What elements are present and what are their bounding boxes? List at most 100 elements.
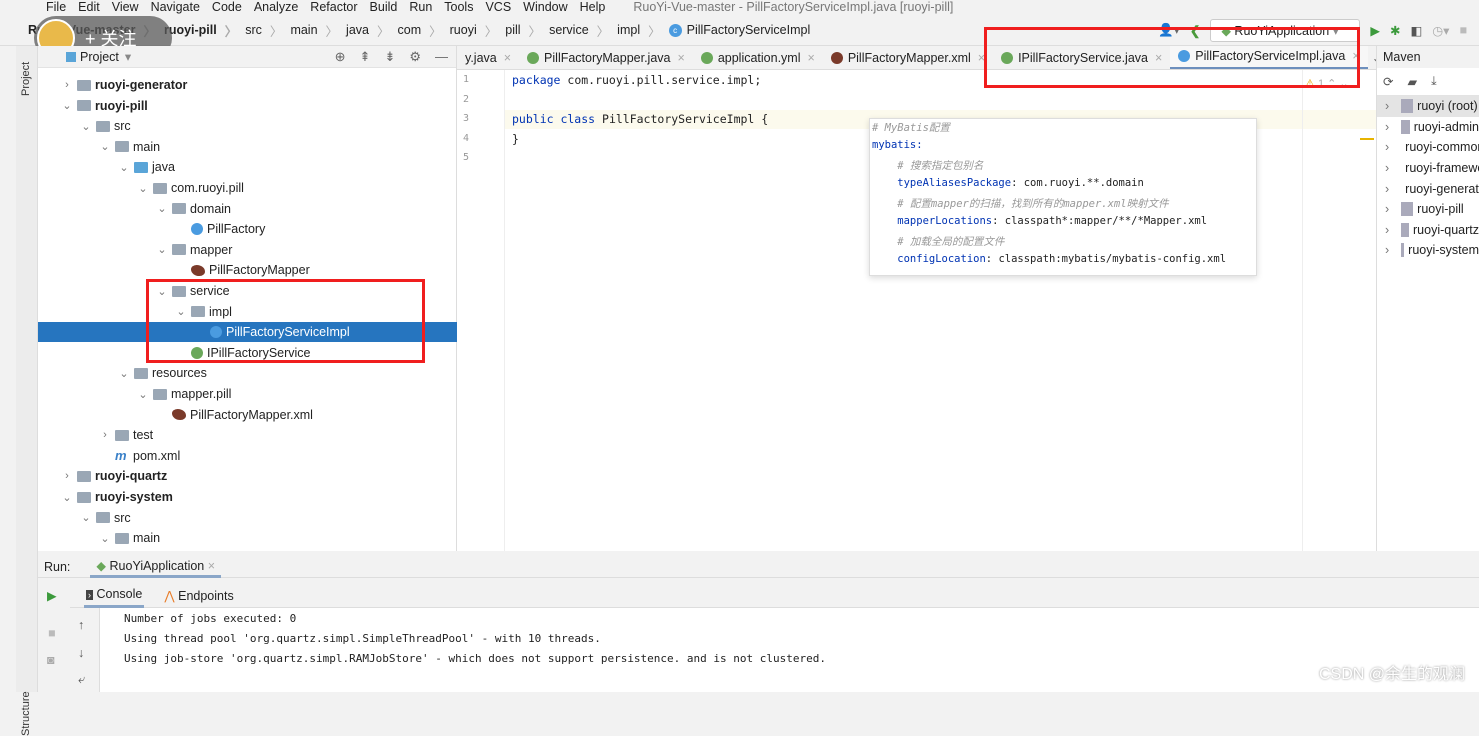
run-tab[interactable]: ◆ RuoYiApplication ×: [90, 556, 222, 578]
collapse-all-icon[interactable]: ⇟: [384, 49, 395, 65]
chevron-right-icon[interactable]: ›: [1385, 202, 1389, 216]
breadcrumb-item[interactable]: com 〉: [398, 21, 450, 40]
breadcrumb-item[interactable]: src 〉: [245, 21, 290, 40]
tree-item[interactable]: ⌄ mapper: [38, 240, 457, 260]
tree-item[interactable]: ⌄ src: [38, 116, 457, 136]
debug-icon[interactable]: ✱: [1390, 23, 1400, 38]
breadcrumb-item[interactable]: c PillFactoryServiceImpl: [668, 23, 810, 37]
maven-project-item[interactable]: › ruoyi (root): [1377, 96, 1479, 117]
chevron-right-icon[interactable]: ›: [1385, 140, 1389, 154]
chevron-right-icon[interactable]: ›: [1385, 223, 1389, 237]
chevron-right-icon[interactable]: ›: [1385, 161, 1389, 175]
chevron-down-icon[interactable]: ⌄: [117, 367, 131, 380]
console-tab[interactable]: › Console: [84, 583, 145, 608]
project-view-select[interactable]: Project: [80, 50, 119, 64]
warning-stripe[interactable]: [1360, 138, 1374, 140]
menu-item[interactable]: Build: [370, 0, 398, 15]
scroll-down-icon[interactable]: ↓: [78, 646, 84, 660]
chevron-down-icon[interactable]: ⌄: [98, 532, 112, 545]
editor-tab[interactable]: PillFactoryMapper.xml ×: [823, 46, 993, 69]
tree-item[interactable]: ⌄ ruoyi-pill: [38, 96, 457, 116]
locate-icon[interactable]: ⊕: [335, 49, 346, 65]
chevron-down-icon[interactable]: ⌄: [60, 491, 74, 504]
tree-item[interactable]: PillFactoryMapper.xml: [38, 405, 457, 425]
chevron-down-icon[interactable]: ⌄: [79, 511, 93, 524]
menu-item[interactable]: Run: [409, 0, 432, 15]
editor-tab[interactable]: application.yml ×: [693, 46, 823, 69]
editor-tab[interactable]: y.java ×: [457, 46, 519, 69]
chevron-down-icon[interactable]: ⌄: [98, 140, 112, 153]
breadcrumb-item[interactable]: service 〉: [549, 21, 617, 40]
console-output[interactable]: Number of jobs executed: 0 Using thread …: [100, 608, 1479, 692]
menu-item[interactable]: View: [112, 0, 139, 15]
breadcrumb-item[interactable]: java 〉: [346, 21, 397, 40]
menu-item[interactable]: Navigate: [151, 0, 200, 15]
tree-item[interactable]: ⌄ src: [38, 508, 457, 528]
gear-icon[interactable]: ⚙: [409, 49, 421, 65]
add-project-icon[interactable]: ▰: [1407, 74, 1417, 89]
menu-item[interactable]: Code: [212, 0, 242, 15]
stop-icon[interactable]: ■: [1459, 23, 1467, 37]
tree-item[interactable]: ⌄ ruoyi-system: [38, 487, 457, 507]
breadcrumb-item[interactable]: ruoyi 〉: [450, 21, 506, 40]
menu-item[interactable]: Window: [523, 0, 567, 15]
menu-item[interactable]: Edit: [78, 0, 100, 15]
menu-item[interactable]: Analyze: [254, 0, 298, 15]
scroll-up-icon[interactable]: ↑: [78, 618, 84, 632]
chevron-right-icon[interactable]: ›: [60, 79, 74, 91]
chevron-right-icon[interactable]: ›: [1385, 182, 1389, 196]
hide-icon[interactable]: —: [435, 49, 448, 65]
chevron-right-icon[interactable]: ›: [1385, 120, 1389, 134]
tree-item[interactable]: PillFactory: [38, 219, 457, 239]
project-tool-button[interactable]: Project: [20, 62, 32, 96]
tree-item[interactable]: › ruoyi-quartz: [38, 466, 457, 486]
maven-project-item[interactable]: › ruoyi-framework: [1377, 158, 1479, 179]
tree-item[interactable]: › test: [38, 425, 457, 445]
camera-icon[interactable]: ◙: [47, 653, 55, 667]
profile-icon[interactable]: ◷▾: [1432, 23, 1449, 38]
chevron-down-icon[interactable]: ⌄: [136, 388, 150, 401]
chevron-right-icon[interactable]: ›: [60, 470, 74, 482]
chevron-right-icon[interactable]: ›: [98, 429, 112, 441]
tree-item[interactable]: ⌄ main: [38, 137, 457, 157]
coverage-icon[interactable]: ◧: [1410, 23, 1422, 38]
menu-item[interactable]: Tools: [444, 0, 473, 15]
chevron-down-icon[interactable]: ⌄: [117, 161, 131, 174]
menu-item[interactable]: Help: [580, 0, 606, 15]
reload-icon[interactable]: ⟳: [1383, 74, 1393, 89]
close-icon[interactable]: ×: [808, 51, 815, 65]
close-icon[interactable]: ×: [678, 51, 685, 65]
tree-item[interactable]: ⌄ mapper.pill: [38, 384, 457, 404]
chevron-down-icon[interactable]: ⌄: [136, 182, 150, 195]
maven-project-item[interactable]: › ruoyi-admin: [1377, 117, 1479, 138]
maven-project-item[interactable]: › ruoyi-common: [1377, 137, 1479, 158]
maven-project-item[interactable]: › ruoyi-quartz: [1377, 220, 1479, 241]
tree-item[interactable]: ⌄ resources: [38, 363, 457, 383]
close-icon[interactable]: ×: [504, 51, 511, 65]
soft-wrap-icon[interactable]: ⤶: [78, 672, 85, 687]
maven-project-item[interactable]: › ruoyi-generator: [1377, 178, 1479, 199]
editor-tab[interactable]: PillFactoryMapper.java ×: [519, 46, 693, 69]
rerun-icon[interactable]: ▶: [47, 588, 57, 603]
chevron-down-icon[interactable]: ⌄: [155, 243, 169, 256]
tree-item[interactable]: ⌄ java: [38, 157, 457, 177]
endpoints-tab[interactable]: ⋀ Endpoints: [164, 588, 233, 603]
maven-project-item[interactable]: › ruoyi-pill: [1377, 199, 1479, 220]
tree-item[interactable]: ⌄ com.ruoyi.pill: [38, 178, 457, 198]
chevron-right-icon[interactable]: ›: [1385, 243, 1389, 257]
chevron-down-icon[interactable]: ⌄: [60, 99, 74, 112]
chevron-down-icon[interactable]: ⌄: [79, 120, 93, 133]
breadcrumb-item[interactable]: ruoyi-pill 〉: [164, 21, 245, 40]
chevron-right-icon[interactable]: ›: [1385, 99, 1389, 113]
stop-icon[interactable]: ■: [48, 626, 56, 640]
breadcrumb-item[interactable]: main 〉: [290, 21, 346, 40]
chevron-down-icon[interactable]: ⌄: [155, 202, 169, 215]
menu-item[interactable]: VCS: [485, 0, 511, 15]
tree-item[interactable]: ⌄ domain: [38, 199, 457, 219]
structure-tool-button[interactable]: Structure: [20, 691, 32, 736]
breadcrumb-item[interactable]: impl 〉: [617, 21, 668, 40]
run-icon[interactable]: ▶: [1370, 23, 1380, 38]
menu-item[interactable]: Refactor: [310, 0, 357, 15]
tree-item[interactable]: PillFactoryMapper: [38, 260, 457, 280]
menu-item[interactable]: File: [46, 0, 66, 15]
